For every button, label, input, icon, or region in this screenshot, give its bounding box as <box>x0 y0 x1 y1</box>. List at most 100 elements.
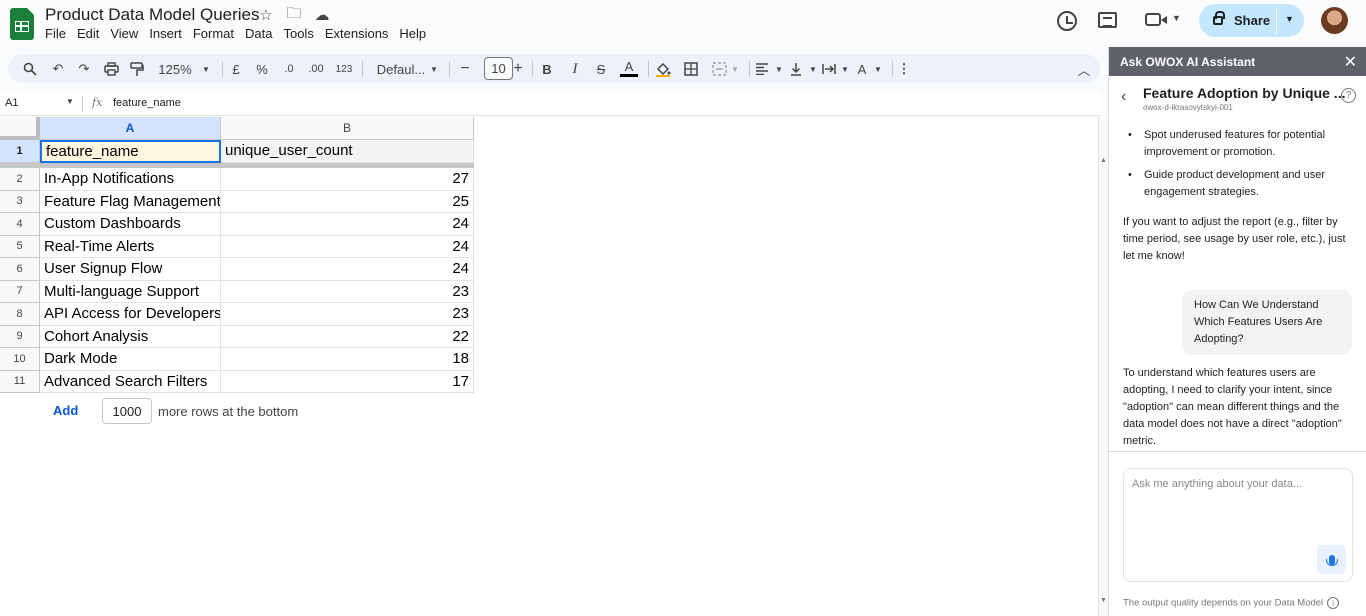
font-dropdown-icon[interactable]: ▼ <box>429 58 439 80</box>
increase-decimal-button[interactable]: .00 <box>306 58 326 80</box>
italic-button[interactable]: I <box>568 58 582 80</box>
share-dropdown-icon[interactable]: ▼ <box>1285 14 1294 24</box>
info-icon[interactable]: i <box>1327 597 1340 609</box>
vertical-scrollbar[interactable]: ▲ ▼ <box>1098 117 1108 616</box>
table-cell-feature[interactable]: In-App Notifications <box>40 168 221 191</box>
menu-edit[interactable]: Edit <box>77 26 99 41</box>
table-cell-feature[interactable]: Real-Time Alerts <box>40 235 221 258</box>
text-wrapping-dropdown-icon[interactable]: ▼ <box>840 58 850 80</box>
table-cell-feature[interactable]: Dark Mode <box>40 348 221 371</box>
menu-tools[interactable]: Tools <box>283 26 313 41</box>
select-all-corner[interactable] <box>0 117 40 140</box>
table-cell-count[interactable]: 22 <box>221 325 474 348</box>
text-rotation-button[interactable]: A <box>854 58 870 80</box>
row-header[interactable]: 7 <box>0 280 40 303</box>
cloud-status-icon[interactable]: ☁ <box>313 6 331 24</box>
formula-input[interactable]: feature_name <box>113 97 181 109</box>
share-button[interactable]: Share ▼ <box>1199 4 1304 37</box>
version-history-icon[interactable] <box>1057 11 1077 31</box>
search-menus-icon[interactable] <box>22 58 38 80</box>
chat-input[interactable]: Ask me anything about your data... <box>1123 468 1353 582</box>
text-wrapping-icon[interactable] <box>821 58 837 80</box>
table-cell-count[interactable]: 24 <box>221 213 474 236</box>
add-rows-count-input[interactable]: 1000 <box>102 398 152 424</box>
font-size-input[interactable]: 10 <box>484 57 513 80</box>
column-header-a[interactable]: A <box>40 117 221 140</box>
avatar[interactable] <box>1321 7 1348 34</box>
number-format-button[interactable]: 123 <box>334 58 354 80</box>
table-cell-feature[interactable]: Cohort Analysis <box>40 325 221 348</box>
meet-dropdown-icon[interactable]: ▼ <box>1172 13 1181 23</box>
font-select[interactable]: Defaul... <box>372 58 430 80</box>
zoom-select[interactable]: 125% <box>158 58 192 80</box>
document-title[interactable]: Product Data Model Queries <box>45 5 260 25</box>
vertical-align-dropdown-icon[interactable]: ▼ <box>808 58 818 80</box>
table-cell-count[interactable]: 17 <box>221 370 474 393</box>
menu-format[interactable]: Format <box>193 26 234 41</box>
row-header[interactable]: 2 <box>0 168 40 191</box>
name-box[interactable]: A1 <box>5 97 18 109</box>
column-header-b[interactable]: B <box>221 117 474 140</box>
row-header[interactable]: 8 <box>0 303 40 326</box>
decrease-decimal-button[interactable]: .0 <box>281 58 297 80</box>
print-icon[interactable] <box>103 58 119 80</box>
font-size-increase-button[interactable]: + <box>511 58 525 80</box>
table-cell-count[interactable]: 27 <box>221 168 474 191</box>
microphone-icon[interactable] <box>1317 545 1346 574</box>
table-cell-count[interactable]: 25 <box>221 190 474 213</box>
collapse-toolbar-icon[interactable]: ︿ <box>1076 58 1092 80</box>
row-header[interactable]: 5 <box>0 235 40 258</box>
scroll-up-icon[interactable]: ▲ <box>1100 157 1107 164</box>
table-cell-count[interactable]: 24 <box>221 235 474 258</box>
strikethrough-button[interactable]: S <box>594 58 608 80</box>
chat-messages[interactable]: Spot underused features for potential im… <box>1109 122 1366 450</box>
table-cell-count[interactable]: 18 <box>221 348 474 371</box>
table-cell-count[interactable]: 24 <box>221 258 474 281</box>
row-header[interactable]: 4 <box>0 213 40 236</box>
star-icon[interactable]: ☆ <box>257 6 275 24</box>
header-cell-a[interactable]: feature_name <box>40 140 221 163</box>
undo-icon[interactable]: ↶ <box>50 58 66 80</box>
table-cell-feature[interactable]: Custom Dashboards <box>40 213 221 236</box>
horizontal-align-icon[interactable] <box>754 58 770 80</box>
paint-format-icon[interactable] <box>129 58 145 80</box>
vertical-align-icon[interactable] <box>788 58 804 80</box>
menu-extensions[interactable]: Extensions <box>325 26 389 41</box>
merge-cells-icon[interactable] <box>711 58 727 80</box>
table-cell-count[interactable]: 23 <box>221 303 474 326</box>
redo-icon[interactable]: ↷ <box>76 58 92 80</box>
close-icon[interactable]: ✕ <box>1344 52 1357 72</box>
menu-file[interactable]: File <box>45 26 66 41</box>
percent-button[interactable]: % <box>256 58 268 80</box>
row-header[interactable]: 10 <box>0 348 40 371</box>
currency-button[interactable]: £ <box>230 58 242 80</box>
row-header[interactable]: 9 <box>0 325 40 348</box>
fill-color-icon[interactable] <box>655 58 671 80</box>
horizontal-align-dropdown-icon[interactable]: ▼ <box>774 58 784 80</box>
zoom-dropdown-icon[interactable]: ▼ <box>201 58 211 80</box>
table-cell-feature[interactable]: Advanced Search Filters <box>40 370 221 393</box>
menu-insert[interactable]: Insert <box>149 26 182 41</box>
borders-icon[interactable] <box>683 58 699 80</box>
table-cell-feature[interactable]: Multi-language Support <box>40 280 221 303</box>
header-cell-b[interactable]: unique_user_count <box>221 140 474 163</box>
add-rows-button[interactable]: Add <box>53 403 78 418</box>
move-folder-icon[interactable]: 🗀 <box>285 5 303 24</box>
more-options-button[interactable]: ⋮ <box>898 58 911 80</box>
font-size-decrease-button[interactable]: − <box>458 58 472 80</box>
meet-icon[interactable] <box>1145 13 1167 26</box>
back-icon[interactable]: ‹ <box>1121 88 1126 106</box>
table-cell-feature[interactable]: User Signup Flow <box>40 258 221 281</box>
comments-icon[interactable] <box>1098 12 1117 28</box>
help-icon[interactable]: ? <box>1341 88 1356 103</box>
menu-data[interactable]: Data <box>245 26 272 41</box>
table-cell-feature[interactable]: Feature Flag Management <box>40 190 221 213</box>
row-header[interactable]: 6 <box>0 258 40 281</box>
sheets-logo-icon[interactable] <box>10 8 34 40</box>
text-color-button[interactable]: A <box>620 58 638 77</box>
row-header[interactable]: 11 <box>0 370 40 393</box>
bold-button[interactable]: B <box>540 58 554 80</box>
table-cell-feature[interactable]: API Access for Developers <box>40 303 221 326</box>
scroll-down-icon[interactable]: ▼ <box>1100 597 1107 604</box>
table-cell-count[interactable]: 23 <box>221 280 474 303</box>
